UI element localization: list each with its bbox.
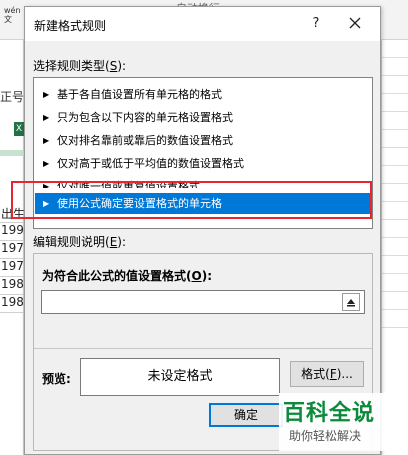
formula-input[interactable] xyxy=(41,290,365,314)
watermark-title: 百科全说 xyxy=(283,401,376,426)
close-button[interactable] xyxy=(345,13,365,33)
bullet-triangle-icon: ▶ xyxy=(43,136,50,145)
formula-label: 为符合此公式的值设置格式(O): xyxy=(42,269,212,283)
new-format-rule-dialog: 新建格式规则 ? 选择规则类型(S): ▶ 基于各自值设置所有单元格的格式 ▶ 只为… xyxy=(24,6,381,455)
rule-type-item[interactable]: ▶ 只为包含以下内容的单元格设置格式 xyxy=(35,107,371,128)
selected-column-indicator xyxy=(0,150,24,156)
dialog-titlebar[interactable]: 新建格式规则 ? xyxy=(25,7,380,41)
excel-icon: X xyxy=(14,122,24,136)
sheet-cell[interactable]: 1979 xyxy=(0,259,24,277)
close-icon xyxy=(349,17,361,29)
wen-char: 文 xyxy=(4,15,12,24)
bullet-triangle-icon: ▶ xyxy=(43,159,50,168)
preview-box: 未设定格式 xyxy=(80,358,280,396)
rule-type-item[interactable]: ▶ 基于各自值设置所有单元格的格式 xyxy=(35,84,371,105)
sheet-cell[interactable]: 1986 xyxy=(0,295,24,313)
rule-type-item[interactable]: ▶ 仅对高于或低于平均值的数值设置格式 xyxy=(35,153,371,174)
watermark-logo: 百科全说 助你轻松解决 xyxy=(279,393,397,451)
watermark-subtitle: 助你轻松解决 xyxy=(289,429,362,443)
sheet-cell[interactable]: 1999 xyxy=(0,223,24,241)
ok-button[interactable]: 确定 xyxy=(209,403,283,427)
bullet-triangle-icon: ▶ xyxy=(43,113,50,122)
highlight-frame xyxy=(11,181,372,219)
bullet-triangle-icon: ▶ xyxy=(43,90,50,99)
name-box-fragment: 正号码 xyxy=(0,90,24,104)
sheet-cell[interactable]: 1970 xyxy=(0,241,24,259)
format-button[interactable]: 格式(F)... xyxy=(290,361,364,387)
wen-pinyin: wén xyxy=(4,6,21,15)
sheet-cell[interactable]: 1980 xyxy=(0,277,24,295)
rule-type-item[interactable]: ▶ 仅对排名靠前或靠后的数值设置格式 xyxy=(35,130,371,151)
help-button[interactable]: ? xyxy=(307,15,325,33)
rule-type-label: 选择规则类型(S): xyxy=(33,59,127,73)
preview-label: 预览: xyxy=(42,372,71,386)
edit-rule-description-label: 编辑规则说明(E): xyxy=(33,235,127,249)
divider xyxy=(34,348,372,349)
dialog-title: 新建格式规则 xyxy=(34,19,107,33)
collapse-arrow-icon xyxy=(347,299,355,307)
wen-button[interactable]: wén 文 xyxy=(4,6,21,24)
range-select-button[interactable] xyxy=(342,293,360,311)
